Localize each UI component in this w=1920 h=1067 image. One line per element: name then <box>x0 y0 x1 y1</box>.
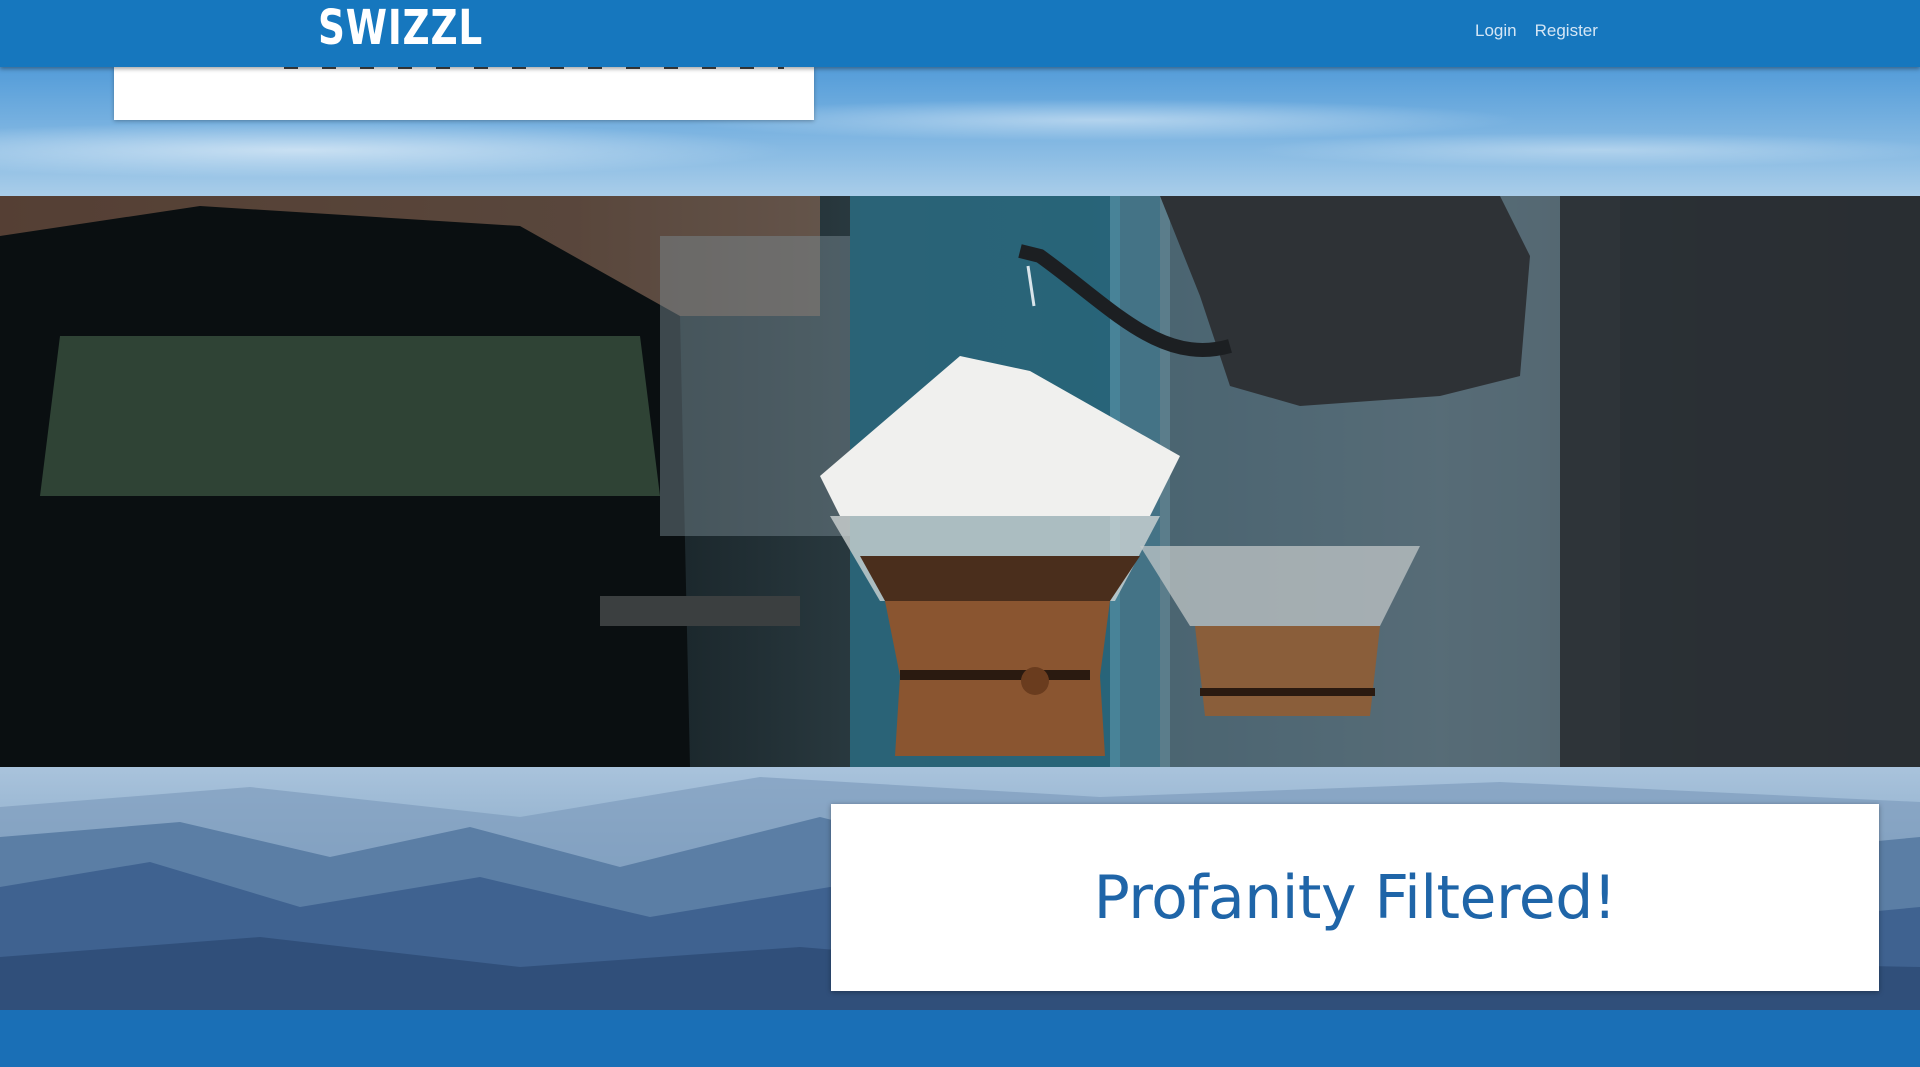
register-link[interactable]: Register <box>1535 21 1598 41</box>
top-content-card <box>114 67 814 120</box>
coffee-pour-over-photo <box>0 196 1920 767</box>
nav-links: Login Register <box>1475 21 1598 41</box>
clipped-heading-text <box>284 67 784 69</box>
hero-headline-card: Profanity Filtered! <box>831 804 1879 991</box>
footer-band <box>0 1010 1920 1067</box>
hero-headline: Profanity Filtered! <box>1093 862 1617 933</box>
top-navbar: SWIZZL Login Register <box>0 0 1920 67</box>
login-link[interactable]: Login <box>1475 21 1517 41</box>
brand-logo[interactable]: SWIZZL <box>318 0 483 56</box>
